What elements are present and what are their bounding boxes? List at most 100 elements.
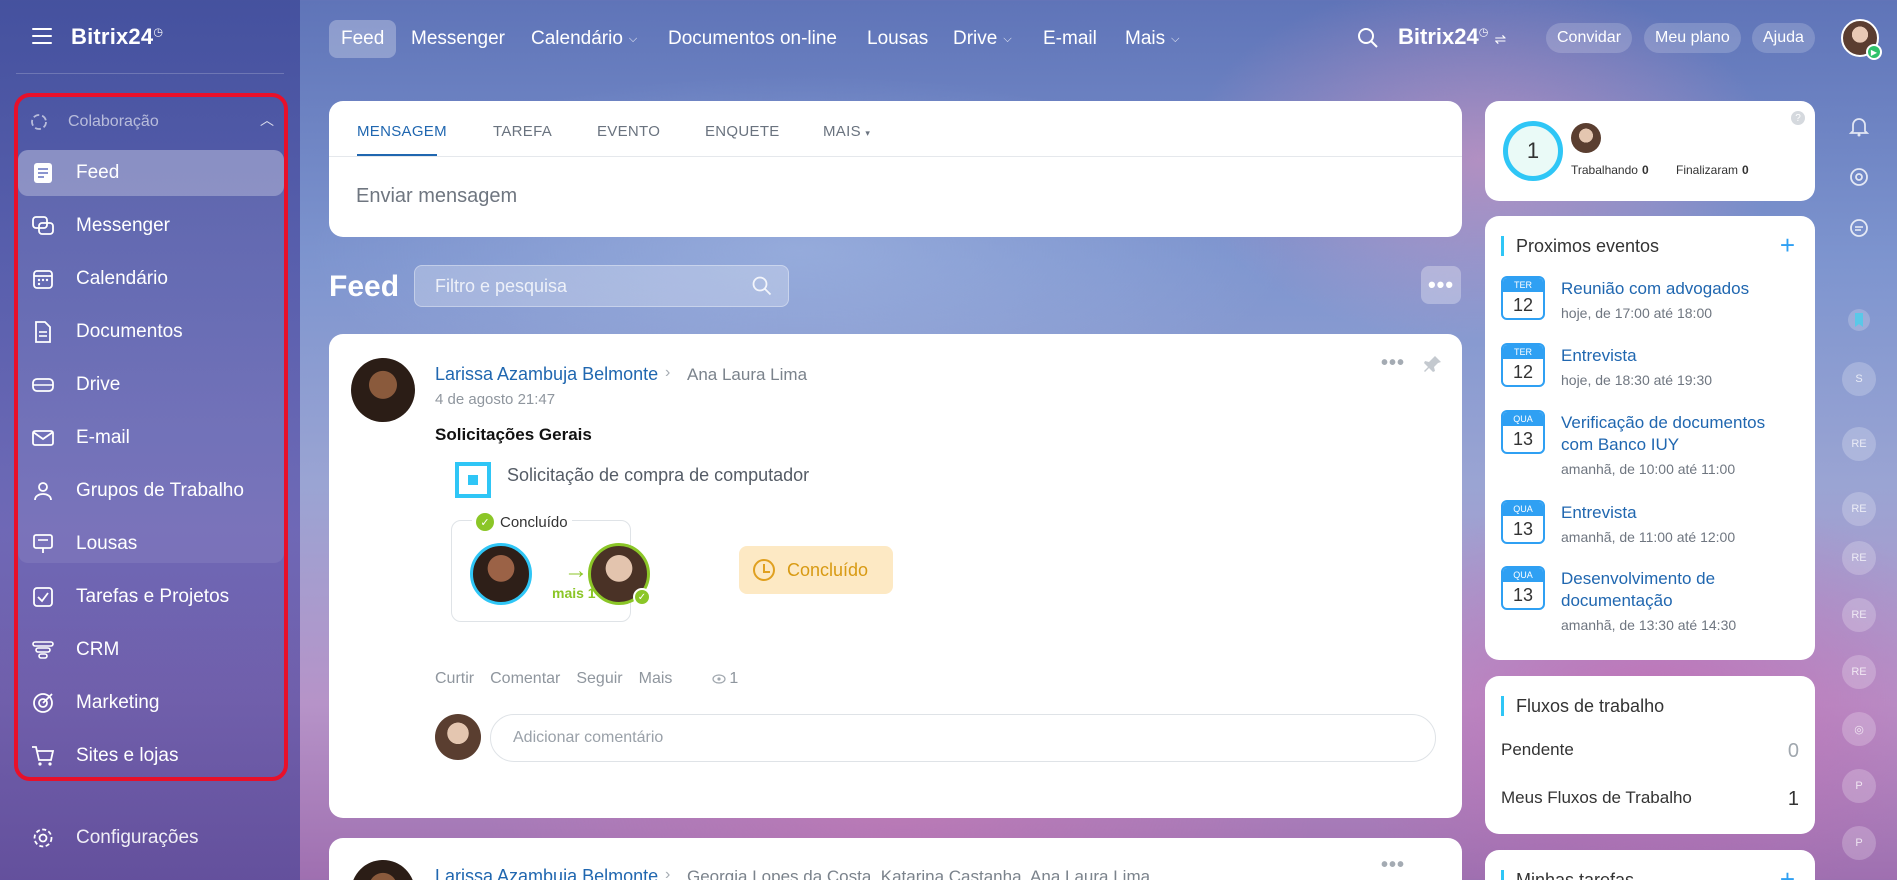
feed-post: Larissa Azambuja Belmonte › Georgia Lope… bbox=[329, 838, 1462, 880]
menu-icon[interactable] bbox=[32, 28, 52, 44]
contact-avatar[interactable]: P bbox=[1842, 769, 1876, 803]
flow-more-link[interactable]: mais 1 bbox=[552, 585, 596, 601]
widget-title[interactable]: Proximos eventos bbox=[1501, 236, 1659, 256]
tab-more[interactable]: Mais ⌵ bbox=[1113, 20, 1191, 58]
post-recipients[interactable]: Georgia Lopes da Costa, Katarina Castanh… bbox=[687, 867, 1150, 880]
settings-sliders-icon[interactable]: ⇌ bbox=[1494, 31, 1506, 47]
contact-avatar[interactable]: RE bbox=[1842, 427, 1876, 461]
event-title[interactable]: Entrevista bbox=[1561, 502, 1801, 524]
comment-input[interactable]: Adicionar comentário bbox=[490, 714, 1436, 762]
author-avatar[interactable] bbox=[351, 358, 415, 422]
contact-avatar[interactable]: RE bbox=[1842, 598, 1876, 632]
help-button[interactable]: Ajuda bbox=[1752, 23, 1815, 53]
workflows-widget: Fluxos de trabalho Pendente 0 Meus Fluxos… bbox=[1485, 676, 1815, 834]
user-avatar[interactable] bbox=[1571, 123, 1601, 153]
workflow-card[interactable]: ✓ Concluído → mais 1 ✓ bbox=[451, 513, 651, 622]
status-badge: Concluído bbox=[739, 546, 893, 594]
calendar-date: QUA 13 bbox=[1501, 500, 1545, 544]
event-title[interactable]: Desenvolvimento de documentação bbox=[1561, 568, 1801, 612]
request-title[interactable]: Solicitação de compra de computador bbox=[507, 465, 809, 486]
event-time: amanhã, de 11:00 até 12:00 bbox=[1561, 529, 1736, 545]
post-recipient[interactable]: Ana Laura Lima bbox=[687, 365, 807, 385]
page-title: Feed bbox=[329, 270, 400, 303]
contact-avatar[interactable]: RE bbox=[1842, 655, 1876, 689]
event-time: amanhã, de 13:30 até 14:30 bbox=[1561, 617, 1737, 633]
work-status-widget[interactable]: 1 Trabalhando 0 Finalizaram 0 ? bbox=[1485, 101, 1815, 201]
chevron-right-icon: › bbox=[665, 364, 671, 381]
online-status-icon: ▶ bbox=[1866, 44, 1882, 60]
post-author[interactable]: Larissa Azambuja Belmonte bbox=[435, 866, 658, 880]
post-menu-icon[interactable]: ••• bbox=[1381, 352, 1405, 375]
tab-more-composer[interactable]: MAIS ▾ bbox=[823, 123, 870, 140]
finished-stat: Finalizaram 0 bbox=[1676, 163, 1749, 177]
tab-feed[interactable]: Feed bbox=[329, 20, 397, 58]
caret-down-icon: ▾ bbox=[865, 128, 871, 138]
workflow-pending-row[interactable]: Pendente 0 bbox=[1501, 740, 1799, 762]
event-time: amanhã, de 10:00 até 11:00 bbox=[1561, 461, 1736, 477]
post-actions: Curtir Comentar Seguir Mais 1 bbox=[435, 670, 770, 688]
author-avatar[interactable] bbox=[351, 860, 415, 880]
sidebar-item-settings[interactable]: Configurações bbox=[18, 818, 284, 858]
brand-logo-top[interactable]: Bitrix24◷ ⇌ bbox=[1398, 24, 1506, 50]
pin-icon[interactable] bbox=[1423, 354, 1443, 374]
event-title[interactable]: Reunião com advogados bbox=[1561, 278, 1801, 300]
widget-title[interactable]: Minhas tarefas bbox=[1501, 870, 1634, 880]
event-time: hoje, de 18:30 até 19:30 bbox=[1561, 372, 1713, 388]
search-icon[interactable] bbox=[752, 276, 772, 296]
initiator-avatar[interactable] bbox=[470, 543, 532, 605]
current-user-avatar bbox=[435, 714, 481, 760]
like-button[interactable]: Curtir bbox=[435, 670, 474, 688]
invite-button[interactable]: Convidar bbox=[1546, 23, 1633, 53]
tab-task[interactable]: TAREFA bbox=[493, 123, 552, 140]
event-title[interactable]: Verificação de documentos com Banco IUY bbox=[1561, 412, 1801, 456]
event-time: hoje, de 17:00 até 18:00 bbox=[1561, 305, 1713, 321]
feed-search-input[interactable]: Filtro e pesquisa bbox=[414, 265, 789, 307]
my-plan-button[interactable]: Meu plano bbox=[1644, 23, 1741, 53]
globe-icon[interactable]: ◎ bbox=[1842, 712, 1876, 746]
workflow-mine-row[interactable]: Meus Fluxos de Trabalho 1 bbox=[1501, 788, 1799, 810]
more-button[interactable]: Mais bbox=[639, 670, 673, 688]
tab-messenger[interactable]: Messenger bbox=[399, 20, 517, 58]
event-title[interactable]: Entrevista bbox=[1561, 345, 1801, 367]
add-event-icon[interactable]: + bbox=[1780, 230, 1795, 261]
tab-calendar[interactable]: Calendário ⌵ bbox=[519, 20, 649, 58]
approver-avatar[interactable]: ✓ bbox=[588, 543, 651, 606]
contact-avatar[interactable]: RE bbox=[1842, 492, 1876, 526]
search-icon[interactable] bbox=[1357, 27, 1379, 49]
activity-icon[interactable] bbox=[1845, 163, 1873, 191]
clock-icon bbox=[753, 559, 775, 581]
add-task-icon[interactable]: + bbox=[1780, 864, 1795, 880]
contact-avatar[interactable]: RE bbox=[1842, 541, 1876, 575]
bell-icon[interactable] bbox=[1845, 112, 1873, 140]
chevron-down-icon: ⌵ bbox=[1003, 32, 1012, 45]
post-author[interactable]: Larissa Azambuja Belmonte bbox=[435, 364, 658, 385]
post-menu-icon[interactable]: ••• bbox=[1381, 854, 1405, 877]
tab-event[interactable]: EVENTO bbox=[597, 123, 660, 140]
contact-avatar[interactable]: S bbox=[1842, 362, 1876, 396]
feed-post: Larissa Azambuja Belmonte › Ana Laura Li… bbox=[329, 334, 1462, 818]
gear-icon bbox=[30, 825, 56, 851]
widget-title[interactable]: Fluxos de trabalho bbox=[1501, 696, 1664, 716]
brand-logo[interactable]: Bitrix24◷ bbox=[71, 24, 163, 50]
tab-email[interactable]: E-mail bbox=[1031, 20, 1109, 58]
tab-message[interactable]: MENSAGEM bbox=[357, 123, 447, 140]
working-stat: Trabalhando 0 bbox=[1571, 163, 1649, 177]
work-status-counter[interactable]: 1 bbox=[1503, 121, 1563, 181]
tab-poll[interactable]: ENQUETE bbox=[705, 123, 780, 140]
tab-online-documents[interactable]: Documentos on-line bbox=[656, 20, 849, 58]
post-date[interactable]: 4 de agosto 21:47 bbox=[435, 391, 555, 408]
check-icon: ✓ bbox=[476, 513, 494, 531]
tab-drive[interactable]: Drive ⌵ bbox=[941, 20, 1024, 58]
follow-button[interactable]: Seguir bbox=[576, 670, 622, 688]
calendar-date: QUA 13 bbox=[1501, 566, 1545, 610]
message-input[interactable]: Enviar mensagem bbox=[356, 185, 517, 208]
views-counter[interactable]: 1 bbox=[712, 670, 754, 688]
user-avatar[interactable]: ▶ bbox=[1841, 19, 1882, 60]
help-icon[interactable]: ? bbox=[1791, 111, 1805, 125]
bookmark-icon[interactable] bbox=[1845, 306, 1873, 334]
chat-bubble-icon[interactable] bbox=[1845, 214, 1873, 242]
tab-boards[interactable]: Lousas bbox=[855, 20, 940, 58]
contact-avatar[interactable]: P bbox=[1842, 826, 1876, 860]
more-options-button[interactable]: ••• bbox=[1421, 266, 1461, 304]
comment-button[interactable]: Comentar bbox=[490, 670, 560, 688]
